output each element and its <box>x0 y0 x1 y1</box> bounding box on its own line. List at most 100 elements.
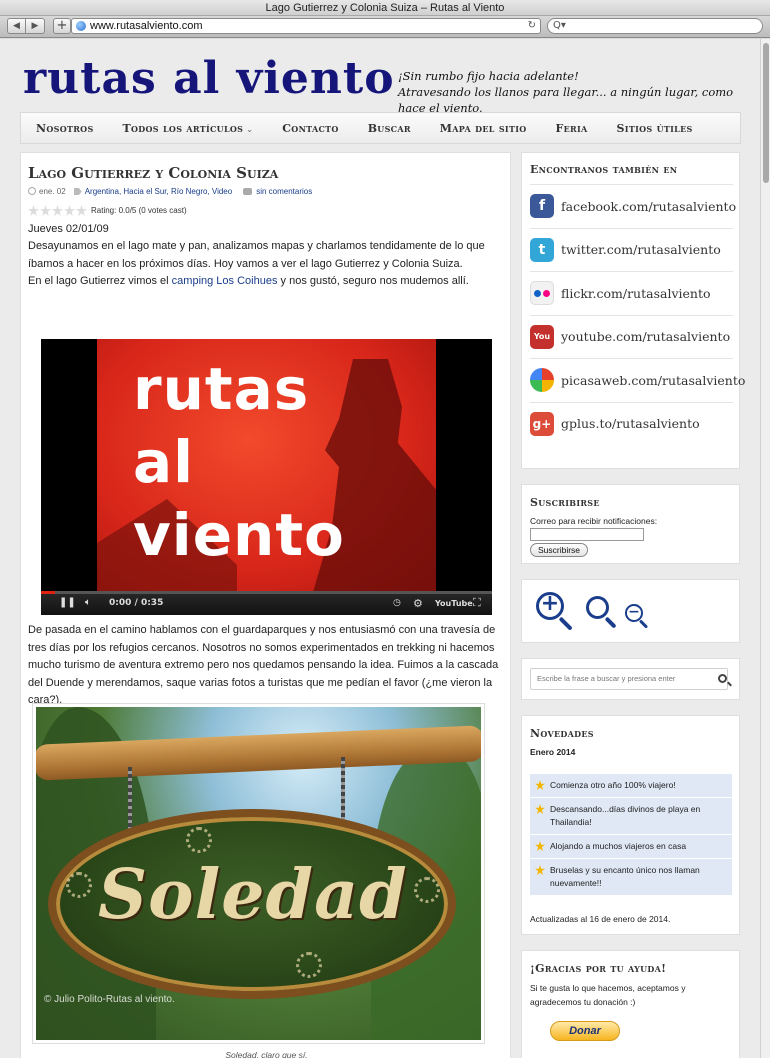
post-rating: Rating: 0.0/5 (0 votes cast) <box>28 205 187 216</box>
list-item[interactable]: Comienza otro año 100% viajero! <box>530 774 732 798</box>
comment-icon <box>243 188 253 195</box>
address-bar[interactable]: www.rutasalviento.com ↻ <box>71 18 541 34</box>
facebook-icon: f <box>530 194 554 219</box>
video-time: 0:00 / 0:35 <box>109 598 164 608</box>
rating-star-icon[interactable] <box>64 205 75 216</box>
tagline-line-1: ¡Sin rumbo fijo hacia adelante! <box>398 69 579 83</box>
menu-item-mapa-del-sitio[interactable]: Mapa del sitio <box>425 122 541 135</box>
post-article: Lago Gutierrez y Colonia Suiza ene. 02 Ar… <box>20 152 511 1058</box>
social-item-gplus[interactable]: g+ gplus.to/rutasalviento <box>530 401 733 446</box>
list-item[interactable]: Alojando a muchos viajeros en casa <box>530 835 732 859</box>
zoom-lens <box>586 596 609 619</box>
video-player[interactable]: rutas al viento ❚❚ 🔈︎ 0:00 / 0:35 ◷ ⚙ Yo… <box>41 339 492 615</box>
list-item-label: Descansando...días divinos de playa en T… <box>550 804 701 827</box>
post-comments-link[interactable]: sin comentarios <box>256 187 312 196</box>
donate-button[interactable]: Donar <box>550 1021 620 1041</box>
menu-item-todos-los-articulos[interactable]: Todos los artículos ⌄ <box>108 122 268 135</box>
zoom-reset-icon[interactable] <box>586 596 620 630</box>
sign-text: Soledad <box>98 855 408 935</box>
fullscreen-icon[interactable]: ⛶ <box>473 596 481 610</box>
zoom-handle <box>638 619 649 629</box>
post-day-line: Jueves 02/01/09 <box>28 223 109 235</box>
social-item-flickr[interactable]: flickr.com/rutasalviento <box>530 271 733 315</box>
zoom-handle <box>604 616 617 629</box>
post-photo[interactable]: Soledad © Julio Polito-Rutas al viento. <box>32 703 485 1044</box>
camping-link[interactable]: camping Los Coihues <box>172 275 278 287</box>
post-paragraph-1: Desayunamos en el lago mate y pan, anali… <box>28 240 485 270</box>
rating-star-icon[interactable] <box>76 205 87 216</box>
email-field[interactable] <box>530 528 644 541</box>
zoom-in-icon[interactable]: + <box>536 592 576 632</box>
search-input[interactable]: Escribe la frase a buscar y presiona ent… <box>530 668 728 690</box>
rating-star-icon[interactable] <box>28 205 39 216</box>
post-categories[interactable]: Argentina, Hacia el Sur, Río Negro, Vide… <box>85 187 233 196</box>
list-item-label: Alojando a muchos viajeros en casa <box>550 841 687 851</box>
video-text-line: al <box>133 428 195 496</box>
social-item-label: facebook.com/rutasalviento <box>561 198 737 214</box>
zoom-minus-sign: − <box>628 604 640 620</box>
window-title: Lago Gutierrez y Colonia Suiza – Rutas a… <box>0 0 770 16</box>
search-placeholder: Escribe la frase a buscar y presiona ent… <box>537 674 676 683</box>
zoom-widget: + − <box>521 579 740 643</box>
video-text-line: rutas <box>133 355 310 423</box>
search-icon: Q▾ <box>553 20 566 31</box>
add-bookmark-button[interactable]: + <box>53 18 71 34</box>
video-text-line: viento <box>133 501 345 569</box>
social-item-picasa[interactable]: picasaweb.com/rutasalviento <box>530 358 745 402</box>
youtube-icon: You <box>530 324 554 349</box>
social-item-twitter[interactable]: t twitter.com/rutasalviento <box>530 227 733 272</box>
menu-item-sitios-utiles[interactable]: Sitios útiles <box>602 122 707 135</box>
donate-title: ¡Gracias por tu ayuda! <box>530 962 667 975</box>
forward-button[interactable]: ▶ <box>26 18 45 34</box>
menu-item-nosotros[interactable]: Nosotros <box>21 122 108 135</box>
novedades-subtitle: Enero 2014 <box>530 747 576 757</box>
post-date: ene. 02 <box>39 187 66 196</box>
page-scrollbar[interactable] <box>760 39 770 1058</box>
volume-icon[interactable]: 🔈︎ <box>85 597 91 608</box>
novedades-title: Novedades <box>530 727 594 740</box>
scrollbar-thumb[interactable] <box>763 43 769 183</box>
social-item-youtube[interactable]: You youtube.com/rutasalviento <box>530 314 733 359</box>
star-icon <box>535 780 545 790</box>
list-item[interactable]: Bruselas y su encanto único nos llaman n… <box>530 859 732 896</box>
rating-star-icon[interactable] <box>40 205 51 216</box>
post-paragraph-2: En el lago Gutierrez vimos el camping Lo… <box>28 273 504 291</box>
menu-item-contacto[interactable]: Contacto <box>267 122 352 135</box>
picasa-icon <box>530 368 554 393</box>
video-progress-fill <box>41 591 55 594</box>
url-text: www.rutasalviento.com <box>90 20 203 32</box>
social-widget-title: Encontranos también en <box>530 163 678 176</box>
subscribe-widget: Suscribirse Correo para recibir notifica… <box>521 484 740 564</box>
zoom-out-icon[interactable]: − <box>625 604 653 632</box>
sign-ornament <box>186 827 212 853</box>
social-widget: Encontranos también en f facebook.com/ru… <box>521 152 745 469</box>
back-button[interactable]: ◀ <box>7 18 26 34</box>
menu-item-buscar[interactable]: Buscar <box>353 122 425 135</box>
list-item-label: Comienza otro año 100% viajero! <box>550 780 676 790</box>
subscribe-button[interactable]: Suscribirse <box>530 543 589 557</box>
browser-search-field[interactable]: Q▾ <box>547 18 763 34</box>
youtube-logo[interactable]: YouTube <box>435 599 473 608</box>
search-icon[interactable] <box>718 674 727 683</box>
star-icon <box>535 804 545 814</box>
rating-star-icon[interactable] <box>52 205 63 216</box>
chevron-down-icon: ⌄ <box>246 124 254 134</box>
post-paragraph-3: De pasada en el camino hablamos con el g… <box>28 624 499 706</box>
subscribe-label: Correo para recibir notificaciones: <box>530 516 658 526</box>
site-title[interactable]: rutas al viento <box>23 53 395 104</box>
video-progress-bar[interactable] <box>41 591 492 594</box>
menu-item-label: Todos los artículos <box>122 121 244 135</box>
clock-icon[interactable]: ◷ <box>393 598 401 608</box>
social-item-facebook[interactable]: f facebook.com/rutasalviento <box>530 184 737 228</box>
gear-icon[interactable]: ⚙ <box>413 597 423 610</box>
menu-item-feria[interactable]: Feria <box>541 122 602 135</box>
web-page: rutas al viento ¡Sin rumbo fijo hacia ad… <box>0 39 760 1058</box>
video-controls: ❚❚ 🔈︎ 0:00 / 0:35 ◷ ⚙ YouTube ⛶ <box>41 591 492 615</box>
social-item-label: gplus.to/rutasalviento <box>561 416 700 432</box>
social-item-label: flickr.com/rutasalviento <box>561 285 711 301</box>
video-frame[interactable]: rutas al viento <box>97 339 436 591</box>
reload-icon[interactable]: ↻ <box>528 19 536 33</box>
post-title[interactable]: Lago Gutierrez y Colonia Suiza <box>28 164 278 182</box>
list-item[interactable]: Descansando...días divinos de playa en T… <box>530 798 732 835</box>
pause-icon[interactable]: ❚❚ <box>59 597 76 608</box>
